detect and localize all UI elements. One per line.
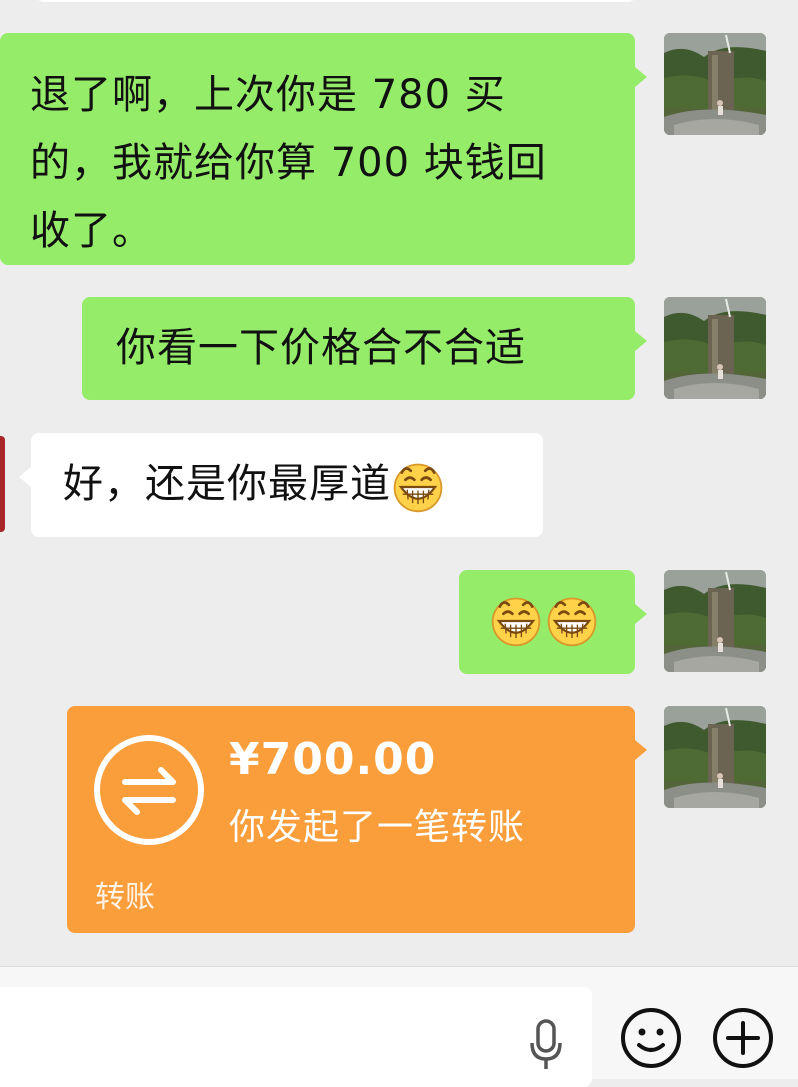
message-text: 好，还是你最厚道 xyxy=(63,461,391,507)
message-input[interactable] xyxy=(0,987,592,1087)
transfer-arrows-icon xyxy=(94,735,204,845)
transfer-amount: ¥700.00 xyxy=(229,734,437,785)
microphone-icon[interactable] xyxy=(528,1019,564,1071)
transfer-card[interactable]: ¥700.00 你发起了一笔转账 转账 xyxy=(67,706,647,933)
emoji-icon[interactable] xyxy=(620,1007,682,1069)
my-avatar[interactable] xyxy=(664,33,766,135)
chat-input-bar xyxy=(0,966,798,1087)
my-avatar[interactable] xyxy=(664,706,766,808)
grin-emoji-icon xyxy=(545,594,599,648)
transfer-label: 转账 xyxy=(95,880,155,915)
grin-emoji-icon xyxy=(391,460,445,514)
message-bubble-peer[interactable]: 好，还是你最厚道 xyxy=(19,433,543,537)
my-avatar[interactable] xyxy=(664,297,766,399)
peer-avatar[interactable] xyxy=(0,436,5,532)
message-bubble-me[interactable]: 你看一下价格合不合适 xyxy=(82,297,647,400)
grin-emoji-icon xyxy=(489,594,543,648)
message-text: 你看一下价格合不合适 xyxy=(116,325,526,371)
message-bubble-me[interactable] xyxy=(459,570,647,674)
my-avatar[interactable] xyxy=(664,570,766,672)
transfer-subtitle: 你发起了一笔转账 xyxy=(229,807,526,848)
previous-message-edge xyxy=(36,0,636,2)
message-text: 退了啊，上次你是 780 买 的，我就给你算 700 块钱回 收了。 xyxy=(30,72,547,254)
plus-icon[interactable] xyxy=(712,1007,774,1069)
message-bubble-me[interactable]: 退了啊，上次你是 780 买 的，我就给你算 700 块钱回 收了。 xyxy=(0,33,647,265)
